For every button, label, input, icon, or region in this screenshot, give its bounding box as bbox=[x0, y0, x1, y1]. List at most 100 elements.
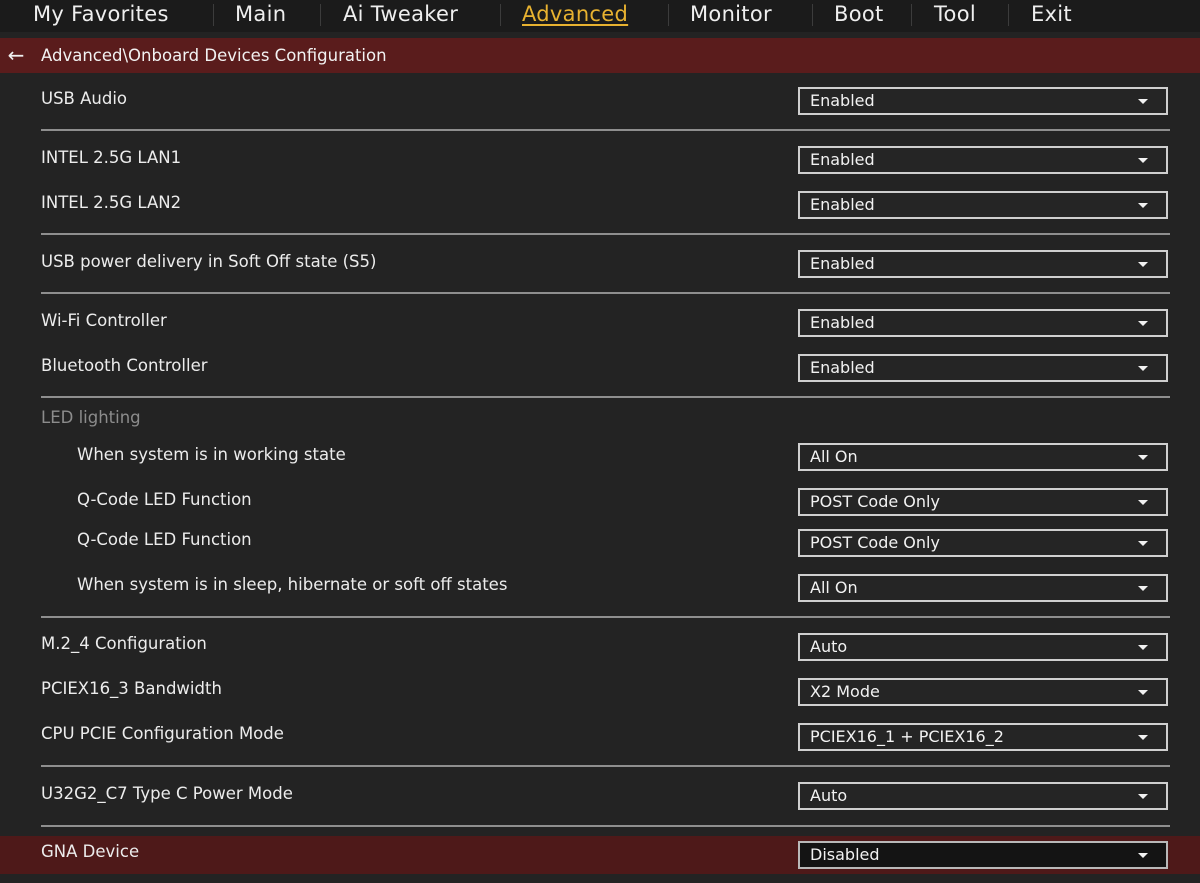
menu-separator bbox=[320, 4, 321, 26]
setting-row-lan1: INTEL 2.5G LAN1 Enabled bbox=[0, 138, 1200, 178]
led-sleep-state-select[interactable]: All On bbox=[798, 574, 1168, 602]
caret-down-icon bbox=[1138, 321, 1148, 326]
select-value: Enabled bbox=[810, 91, 875, 110]
caret-down-icon bbox=[1138, 586, 1148, 591]
setting-label: When system is in working state bbox=[77, 445, 346, 464]
select-value: Enabled bbox=[810, 254, 875, 273]
caret-down-icon bbox=[1138, 203, 1148, 208]
setting-row-bluetooth: Bluetooth Controller Enabled bbox=[0, 346, 1200, 386]
select-value: Auto bbox=[810, 786, 848, 805]
setting-label: INTEL 2.5G LAN1 bbox=[41, 148, 182, 167]
tab-monitor[interactable]: Monitor bbox=[690, 0, 772, 28]
top-menu-bar: My Favorites Main Ai Tweaker Advanced Mo… bbox=[0, 0, 1200, 32]
setting-row-lan2: INTEL 2.5G LAN2 Enabled bbox=[0, 183, 1200, 223]
setting-label: PCIEX16_3 Bandwidth bbox=[41, 679, 222, 698]
menu-separator bbox=[1008, 4, 1009, 26]
lan2-select[interactable]: Enabled bbox=[798, 191, 1168, 219]
tab-advanced[interactable]: Advanced bbox=[522, 0, 628, 28]
select-value: PCIEX16_1 + PCIEX16_2 bbox=[810, 727, 1004, 746]
tab-boot[interactable]: Boot bbox=[834, 0, 884, 28]
setting-row-m2-4: M.2_4 Configuration Auto bbox=[0, 624, 1200, 664]
caret-down-icon bbox=[1138, 794, 1148, 799]
tab-main[interactable]: Main bbox=[235, 0, 286, 28]
setting-row-cpu-pcie: CPU PCIE Configuration Mode PCIEX16_1 + … bbox=[0, 714, 1200, 754]
setting-label: Q-Code LED Function bbox=[77, 530, 252, 549]
select-value: Disabled bbox=[810, 845, 880, 864]
pciex16-3-bandwidth-select[interactable]: X2 Mode bbox=[798, 678, 1168, 706]
tab-exit[interactable]: Exit bbox=[1031, 0, 1072, 28]
setting-label: GNA Device bbox=[41, 842, 140, 861]
caret-down-icon bbox=[1138, 541, 1148, 546]
bluetooth-controller-select[interactable]: Enabled bbox=[798, 354, 1168, 382]
select-value: Enabled bbox=[810, 313, 875, 332]
lan1-select[interactable]: Enabled bbox=[798, 146, 1168, 174]
select-value: POST Code Only bbox=[810, 492, 940, 511]
section-divider bbox=[41, 233, 1170, 235]
section-divider bbox=[41, 825, 1170, 827]
setting-row-gna-device[interactable]: GNA Device Disabled bbox=[0, 836, 1200, 874]
usb-power-s5-select[interactable]: Enabled bbox=[798, 250, 1168, 278]
section-divider bbox=[41, 765, 1170, 767]
menu-separator bbox=[812, 4, 813, 26]
caret-down-icon bbox=[1138, 853, 1148, 858]
setting-row-led-working: When system is in working state All On bbox=[0, 435, 1200, 475]
qcode-led-function-select-2[interactable]: POST Code Only bbox=[798, 529, 1168, 557]
section-divider bbox=[41, 129, 1170, 131]
setting-label: Q-Code LED Function bbox=[77, 490, 252, 509]
select-value: Enabled bbox=[810, 358, 875, 377]
select-value: Auto bbox=[810, 637, 848, 656]
tab-ai-tweaker[interactable]: Ai Tweaker bbox=[343, 0, 458, 28]
u32g2-c7-power-mode-select[interactable]: Auto bbox=[798, 782, 1168, 810]
select-value: Enabled bbox=[810, 150, 875, 169]
section-divider bbox=[41, 396, 1170, 398]
setting-label: CPU PCIE Configuration Mode bbox=[41, 724, 284, 743]
tab-my-favorites[interactable]: My Favorites bbox=[33, 0, 169, 28]
breadcrumb-path: Advanced\Onboard Devices Configuration bbox=[41, 46, 387, 65]
m2-4-configuration-select[interactable]: Auto bbox=[798, 633, 1168, 661]
setting-label: USB power delivery in Soft Off state (S5… bbox=[41, 252, 377, 271]
setting-row-pciex16-3: PCIEX16_3 Bandwidth X2 Mode bbox=[0, 669, 1200, 709]
caret-down-icon bbox=[1138, 158, 1148, 163]
menu-separator bbox=[668, 4, 669, 26]
setting-row-usb-power-s5: USB power delivery in Soft Off state (S5… bbox=[0, 242, 1200, 282]
setting-label: Wi-Fi Controller bbox=[41, 311, 167, 330]
setting-label: U32G2_C7 Type C Power Mode bbox=[41, 784, 293, 803]
select-value: X2 Mode bbox=[810, 682, 880, 701]
led-working-state-select[interactable]: All On bbox=[798, 443, 1168, 471]
arrow-left-icon[interactable]: ← bbox=[4, 38, 28, 73]
setting-label: When system is in sleep, hibernate or so… bbox=[77, 575, 508, 594]
tab-tool[interactable]: Tool bbox=[934, 0, 976, 28]
setting-label: Bluetooth Controller bbox=[41, 356, 208, 375]
caret-down-icon bbox=[1138, 735, 1148, 740]
caret-down-icon bbox=[1138, 645, 1148, 650]
select-value: Enabled bbox=[810, 195, 875, 214]
gna-device-select[interactable]: Disabled bbox=[798, 841, 1168, 869]
setting-row-led-sleep: When system is in sleep, hibernate or so… bbox=[0, 565, 1200, 605]
caret-down-icon bbox=[1138, 262, 1148, 267]
setting-label: M.2_4 Configuration bbox=[41, 634, 207, 653]
setting-label: USB Audio bbox=[41, 89, 128, 108]
breadcrumb: ← Advanced\Onboard Devices Configuration bbox=[0, 38, 1200, 73]
section-divider bbox=[41, 292, 1170, 294]
wifi-controller-select[interactable]: Enabled bbox=[798, 309, 1168, 337]
menu-separator bbox=[500, 4, 501, 26]
section-divider bbox=[41, 616, 1170, 618]
select-value: All On bbox=[810, 447, 858, 466]
caret-down-icon bbox=[1138, 455, 1148, 460]
qcode-led-function-select[interactable]: POST Code Only bbox=[798, 488, 1168, 516]
setting-label: INTEL 2.5G LAN2 bbox=[41, 193, 182, 212]
usb-audio-select[interactable]: Enabled bbox=[798, 87, 1168, 115]
setting-row-qcode-1: Q-Code LED Function POST Code Only bbox=[0, 480, 1200, 520]
caret-down-icon bbox=[1138, 690, 1148, 695]
caret-down-icon bbox=[1138, 99, 1148, 104]
select-value: All On bbox=[810, 578, 858, 597]
menu-separator bbox=[911, 4, 912, 26]
setting-row-usb-audio: USB Audio Enabled bbox=[0, 79, 1200, 119]
caret-down-icon bbox=[1138, 500, 1148, 505]
caret-down-icon bbox=[1138, 366, 1148, 371]
setting-row-qcode-2: Q-Code LED Function POST Code Only bbox=[0, 520, 1200, 560]
setting-row-wifi: Wi-Fi Controller Enabled bbox=[0, 301, 1200, 341]
select-value: POST Code Only bbox=[810, 533, 940, 552]
setting-row-u32g2-c7: U32G2_C7 Type C Power Mode Auto bbox=[0, 774, 1200, 814]
cpu-pcie-configuration-select[interactable]: PCIEX16_1 + PCIEX16_2 bbox=[798, 723, 1168, 751]
